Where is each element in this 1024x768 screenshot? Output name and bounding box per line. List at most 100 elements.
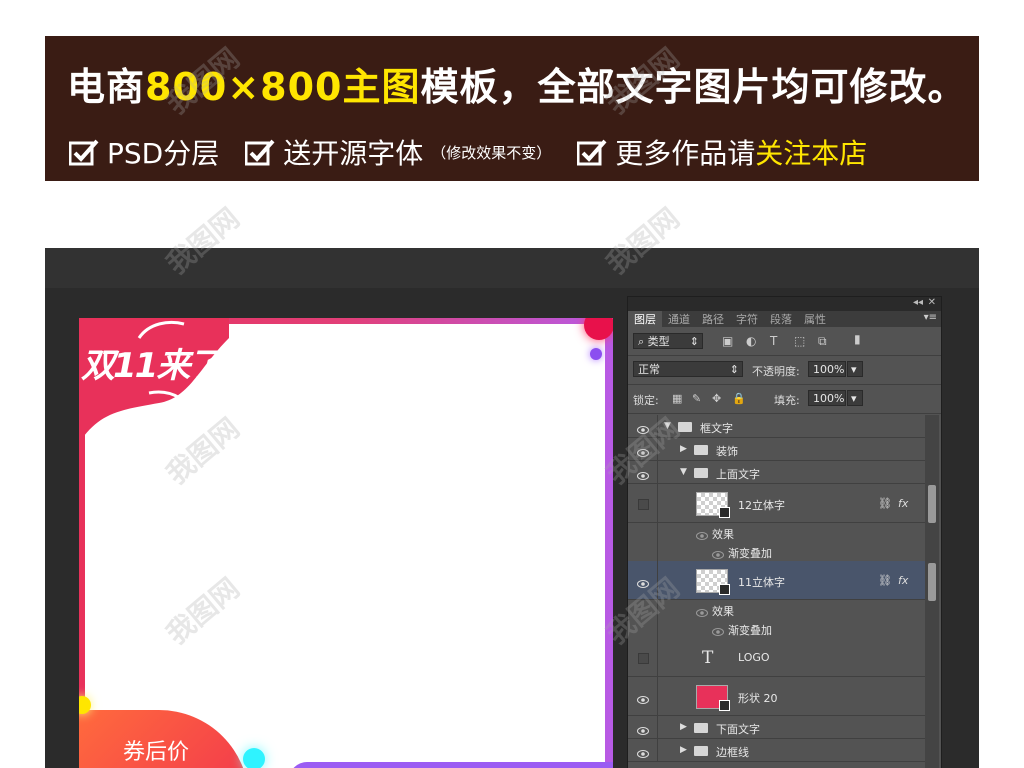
tab-channels[interactable]: 通道 [662,311,696,327]
blend-row: 正常 ⇕ 不透明度: 100% ▾ [628,356,941,385]
panel-header: ◂◂ ✕ [628,297,941,311]
effects-label: 效果 [712,527,734,541]
layer-row[interactable]: 形状 20 [628,677,925,716]
expand-arrow-icon[interactable]: ▼ [680,467,687,477]
visibility-toggle[interactable] [638,499,649,510]
smart-object-icon [719,583,730,595]
tab-character[interactable]: 字符 [730,311,764,327]
blend-mode-value: 正常 [638,363,660,376]
filter-pixel-icon[interactable]: ▣ [722,334,733,348]
panel-menu-icon[interactable]: ▾≡ [924,312,937,323]
filter-adjustment-icon[interactable]: ◐ [746,334,756,348]
banner-features: PSD分层 送开源字体 （修改效果不变） 更多作品请 关注本店 [69,132,893,172]
folder-icon [694,444,708,455]
opacity-label: 不透明度: [752,365,800,378]
tab-properties[interactable]: 属性 [798,311,832,327]
scroll-thumb[interactable] [928,485,936,523]
panel-tabs: 图层 通道 路径 字符 段落 属性 ▾≡ [628,311,941,327]
lock-position-icon[interactable]: ✥ [712,392,721,405]
bottom-purple-bar [289,762,613,768]
blend-mode-select[interactable]: 正常 ⇕ [633,361,743,377]
collapse-arrow-icon[interactable]: ▶ [680,444,687,454]
layer-row[interactable]: 11立体字 ⛓ fx [628,561,925,600]
expand-arrow-icon[interactable]: ▼ [664,421,671,431]
layer-thumbnail [696,568,730,595]
lock-transparent-icon[interactable]: ▦ [672,392,682,405]
eye-icon[interactable] [637,446,649,457]
filter-shape-icon[interactable]: ⬚ [794,334,805,348]
shape-thumbnail [696,684,730,711]
layer-name: 12立体字 [738,498,785,512]
fx-icon[interactable]: fx [898,574,908,587]
lock-all-icon[interactable]: 🔒 [732,392,746,405]
visibility-toggle[interactable] [638,653,649,664]
collapse-arrow-icon[interactable]: ▶ [680,745,687,755]
layer-row[interactable]: ▼ 框文字 [628,415,925,438]
feature-psd: PSD分层 [69,132,219,172]
layer-row[interactable]: ▶ 边框线 [628,739,925,762]
opacity-dropdown[interactable]: ▾ [847,361,863,377]
lock-image-icon[interactable]: ✎ [692,392,701,405]
lock-row: 锁定: ▦ ✎ ✥ 🔒 填充: 100% ▾ [628,385,941,414]
layer-row[interactable]: 渐变叠加 [628,542,925,561]
tab-paragraph[interactable]: 段落 [764,311,798,327]
folder-icon [694,745,708,756]
filter-label: 类型 [647,335,670,348]
visibility-column [628,415,658,437]
follow-shop-link[interactable]: 关注本店 [755,132,867,172]
effect-eye-icon[interactable] [712,548,724,562]
layers-list: ▼ 框文字 ▶ 装饰 ▼ 上面文字 12立体字 ⛓ fx 效果 渐变叠加 11立体字 ⛓ fx 效果 渐变叠加… [628,415,925,768]
layer-row[interactable]: ▼ 上面文字 [628,461,925,484]
decor-dot-cyan [243,748,265,768]
visibility-column [628,461,658,483]
filter-smart-object-icon[interactable]: ⧉ [818,334,827,349]
visibility-column [628,542,658,561]
dropdown-icon: ⇕ [729,363,739,376]
eye-icon[interactable] [637,469,649,480]
document-canvas[interactable]: 双11来了 券后价 [79,318,613,768]
folder-icon [694,722,708,733]
logo-double11: 双11来了 [81,346,222,386]
visibility-column [628,638,658,676]
tab-layers[interactable]: 图层 [628,311,662,327]
collapse-icon[interactable]: ◂◂ [913,297,923,308]
layer-row[interactable]: 渐变叠加 [628,619,925,638]
link-icon: ⛓ [878,496,892,510]
tab-paths[interactable]: 路径 [696,311,730,327]
layer-row[interactable]: 效果 [628,600,925,619]
opacity-input[interactable]: 100% [808,361,846,377]
layer-thumbnail [696,491,730,518]
filter-row: ⌕ 类型 ⇕ ▣ ◐ T ⬚ ⧉ ▮ [628,327,941,356]
fill-input[interactable]: 100% [808,390,846,406]
layer-filter-select[interactable]: ⌕ 类型 ⇕ [633,333,703,349]
eye-icon[interactable] [637,693,649,704]
layer-row[interactable]: 效果 [628,523,925,542]
feature-font: 送开源字体 （修改效果不变） [245,132,551,172]
dropdown-icon: ⇕ [689,335,699,348]
effect-eye-icon[interactable] [696,606,708,620]
smart-object-icon [719,699,730,711]
layer-row[interactable]: 12立体字 ⛓ fx [628,484,925,523]
visibility-column [628,619,658,638]
layer-row[interactable]: ▶ 装饰 [628,438,925,461]
fx-icon[interactable]: fx [898,497,908,510]
fill-dropdown[interactable]: ▾ [847,390,863,406]
layer-name: 11立体字 [738,575,785,589]
filter-toggle-icon[interactable]: ▮ [854,332,861,346]
scroll-thumb[interactable] [928,563,936,601]
layer-row[interactable]: ▶ 下面文字 [628,716,925,739]
collapse-arrow-icon[interactable]: ▶ [680,722,687,732]
effect-name: 渐变叠加 [728,546,772,560]
layer-row[interactable]: T LOGO [628,638,925,677]
layers-scrollbar[interactable] [925,415,939,768]
eye-icon[interactable] [637,724,649,735]
eye-icon[interactable] [637,423,649,434]
layer-name: 装饰 [716,444,738,458]
effect-eye-icon[interactable] [696,529,708,543]
filter-type-icon[interactable]: T [770,334,777,348]
layer-name: 框文字 [700,421,733,435]
eye-icon[interactable] [637,747,649,758]
eye-icon[interactable] [637,577,649,588]
effect-eye-icon[interactable] [712,625,724,639]
close-icon[interactable]: ✕ [928,297,936,308]
